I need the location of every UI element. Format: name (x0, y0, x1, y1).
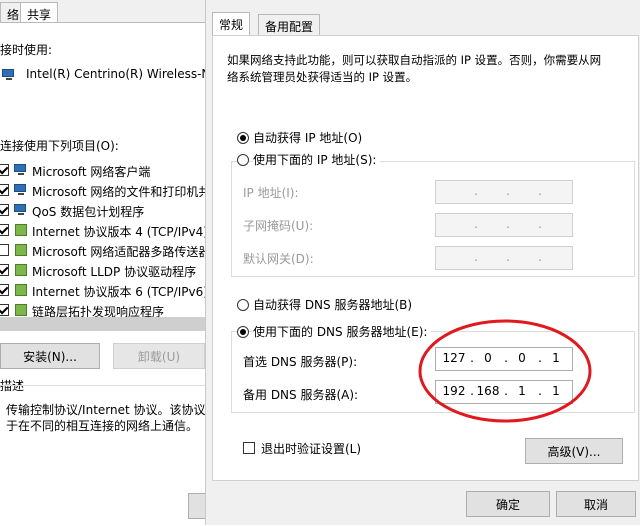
subnet-mask-label: 子网掩码(U): (243, 219, 314, 233)
auto-dns-label[interactable]: 自动获得 DNS 服务器地址(B) (253, 296, 412, 313)
description-line2: 于在不同的相互连接的网络上通信。 (6, 419, 199, 433)
adapter-icon (2, 69, 16, 81)
ip-dot: . (538, 250, 542, 264)
validate-on-exit-label[interactable]: 退出时验证设置(L) (261, 440, 361, 457)
item-checkbox[interactable] (0, 244, 9, 256)
horizontal-scrollbar[interactable] (0, 317, 205, 331)
list-item[interactable]: Microsoft LLDP 协议驱动程序 (0, 261, 205, 281)
install-button[interactable]: 安装(N)... (0, 343, 100, 369)
ok-button[interactable]: 确定 (466, 491, 550, 517)
ip-dot: . (470, 384, 474, 398)
ip-dot: . (474, 250, 478, 264)
item-checkbox[interactable] (0, 284, 9, 296)
protocol-icon (15, 284, 27, 296)
description-line1: 传输控制协议/Internet 协议。该协议是 (6, 403, 218, 417)
protocol-icon (15, 264, 27, 276)
alternate-dns-label: 备用 DNS 服务器(A): (243, 388, 359, 402)
items-label: 连接使用下列项目(O): (0, 139, 119, 153)
item-label: Microsoft 网络的文件和打印机共 (32, 185, 205, 199)
item-label: Internet 协议版本 6 (TCP/IPv6) (32, 285, 205, 299)
item-label: QoS 数据包计划程序 (32, 205, 145, 219)
item-checkbox[interactable] (0, 224, 9, 236)
ip-dot: . (504, 384, 508, 398)
gateway-label: 默认网关(D): (243, 252, 314, 266)
adapter-name: Intel(R) Centrino(R) Wireless-N 2 (26, 67, 222, 81)
list-item[interactable]: Microsoft 网络客户端 (0, 161, 205, 181)
dns-octet: 0 (518, 351, 526, 365)
ip-dot: . (506, 184, 510, 198)
dns-octet: 0 (484, 351, 492, 365)
general-pane: 如果网络支持此功能，则可以获取自动指派的 IP 设置。否则，你需要从网 络系统管… (212, 35, 639, 481)
dns-octet: 127 (442, 351, 466, 365)
connect-using-label: 接时使用: (0, 43, 53, 57)
protocol-icon (15, 304, 27, 316)
tab-alternate-config[interactable]: 备用配置 (258, 14, 321, 35)
dns-octet: 168 (476, 384, 500, 398)
component-list: Microsoft 网络客户端 Microsoft 网络的文件和打印机共 QoS… (0, 159, 205, 331)
intro-line1: 如果网络支持此功能，则可以获取自动指派的 IP 设置。否则，你需要从网 (227, 53, 602, 67)
item-label: Internet 协议版本 4 (TCP/IPv4) (32, 225, 205, 239)
intro-line2: 络系统管理员处获得适当的 IP 设置。 (227, 70, 418, 84)
uninstall-button[interactable]: 卸载(U) (113, 343, 205, 369)
network-client-icon (14, 204, 28, 216)
dns-octet: 192 (442, 384, 466, 398)
ip-dot: . (474, 184, 478, 198)
dns-octet: 1 (552, 384, 560, 398)
manual-ip-label[interactable]: 使用下面的 IP 地址(S): (253, 151, 381, 168)
manual-dns-radio[interactable] (237, 326, 249, 338)
preferred-dns-field[interactable]: 127 . 0 . 0 . 1 (435, 347, 573, 371)
cancel-button[interactable]: 取消 (556, 491, 636, 517)
alternate-dns-field[interactable]: 192 . 168 . 1 . 1 (435, 380, 573, 404)
left-pane: 接时使用: Intel(R) Centrino(R) Wireless-N 2 … (0, 22, 222, 526)
item-label: Microsoft 网络适配器多路传送器 (32, 245, 205, 259)
gateway-field[interactable]: . . . (435, 246, 573, 270)
item-checkbox[interactable] (0, 304, 9, 316)
ip-dot: . (506, 217, 510, 231)
list-item[interactable]: Internet 协议版本 6 (TCP/IPv6) (0, 281, 205, 301)
item-checkbox[interactable] (0, 204, 9, 216)
list-item[interactable]: Microsoft 网络的文件和打印机共 (0, 181, 205, 201)
auto-ip-radio[interactable] (237, 132, 249, 144)
dns-octet: 1 (552, 351, 560, 365)
tab-general[interactable]: 常规 (212, 12, 251, 35)
item-label: Microsoft LLDP 协议驱动程序 (32, 265, 197, 279)
list-item[interactable]: Microsoft 网络适配器多路传送器 (0, 241, 205, 261)
ip-address-label: IP 地址(I): (243, 186, 299, 200)
item-checkbox[interactable] (0, 164, 9, 176)
ipv4-dialog: 常规 备用配置 如果网络支持此功能，则可以获取自动指派的 IP 设置。否则，你需… (205, 0, 640, 525)
auto-ip-label[interactable]: 自动获得 IP 地址(O) (253, 129, 362, 146)
ip-dot: . (470, 351, 474, 365)
item-checkbox[interactable] (0, 264, 9, 276)
adapter-box: Intel(R) Centrino(R) Wireless-N 2 (0, 61, 222, 89)
network-client-icon (14, 184, 28, 196)
advanced-button[interactable]: 高级(V)... (525, 438, 623, 464)
protocol-icon (15, 244, 27, 256)
auto-dns-radio[interactable] (237, 299, 249, 311)
network-client-icon (14, 164, 28, 176)
left-window: 络 共享 接时使用: Intel(R) Centrino(R) Wireless… (0, 0, 222, 526)
ip-dot: . (538, 184, 542, 198)
item-label: Microsoft 网络客户端 (32, 165, 151, 179)
list-item[interactable]: Internet 协议版本 4 (TCP/IPv4) (0, 221, 205, 241)
protocol-icon (15, 224, 27, 236)
ip-dot: . (538, 384, 542, 398)
list-item[interactable]: QoS 数据包计划程序 (0, 201, 205, 221)
subnet-mask-field[interactable]: . . . (435, 213, 573, 237)
ip-dot: . (538, 351, 542, 365)
manual-dns-label[interactable]: 使用下面的 DNS 服务器地址(E): (253, 323, 432, 340)
ip-dot: . (538, 217, 542, 231)
ip-dot: . (506, 250, 510, 264)
manual-ip-radio[interactable] (237, 154, 249, 166)
item-checkbox[interactable] (0, 184, 9, 196)
ip-dot: . (504, 351, 508, 365)
validate-on-exit-checkbox[interactable] (243, 442, 255, 454)
dns-octet: 1 (518, 384, 526, 398)
ip-address-field[interactable]: . . . (435, 180, 573, 204)
ip-dot: . (474, 217, 478, 231)
preferred-dns-label: 首选 DNS 服务器(P): (243, 355, 358, 369)
